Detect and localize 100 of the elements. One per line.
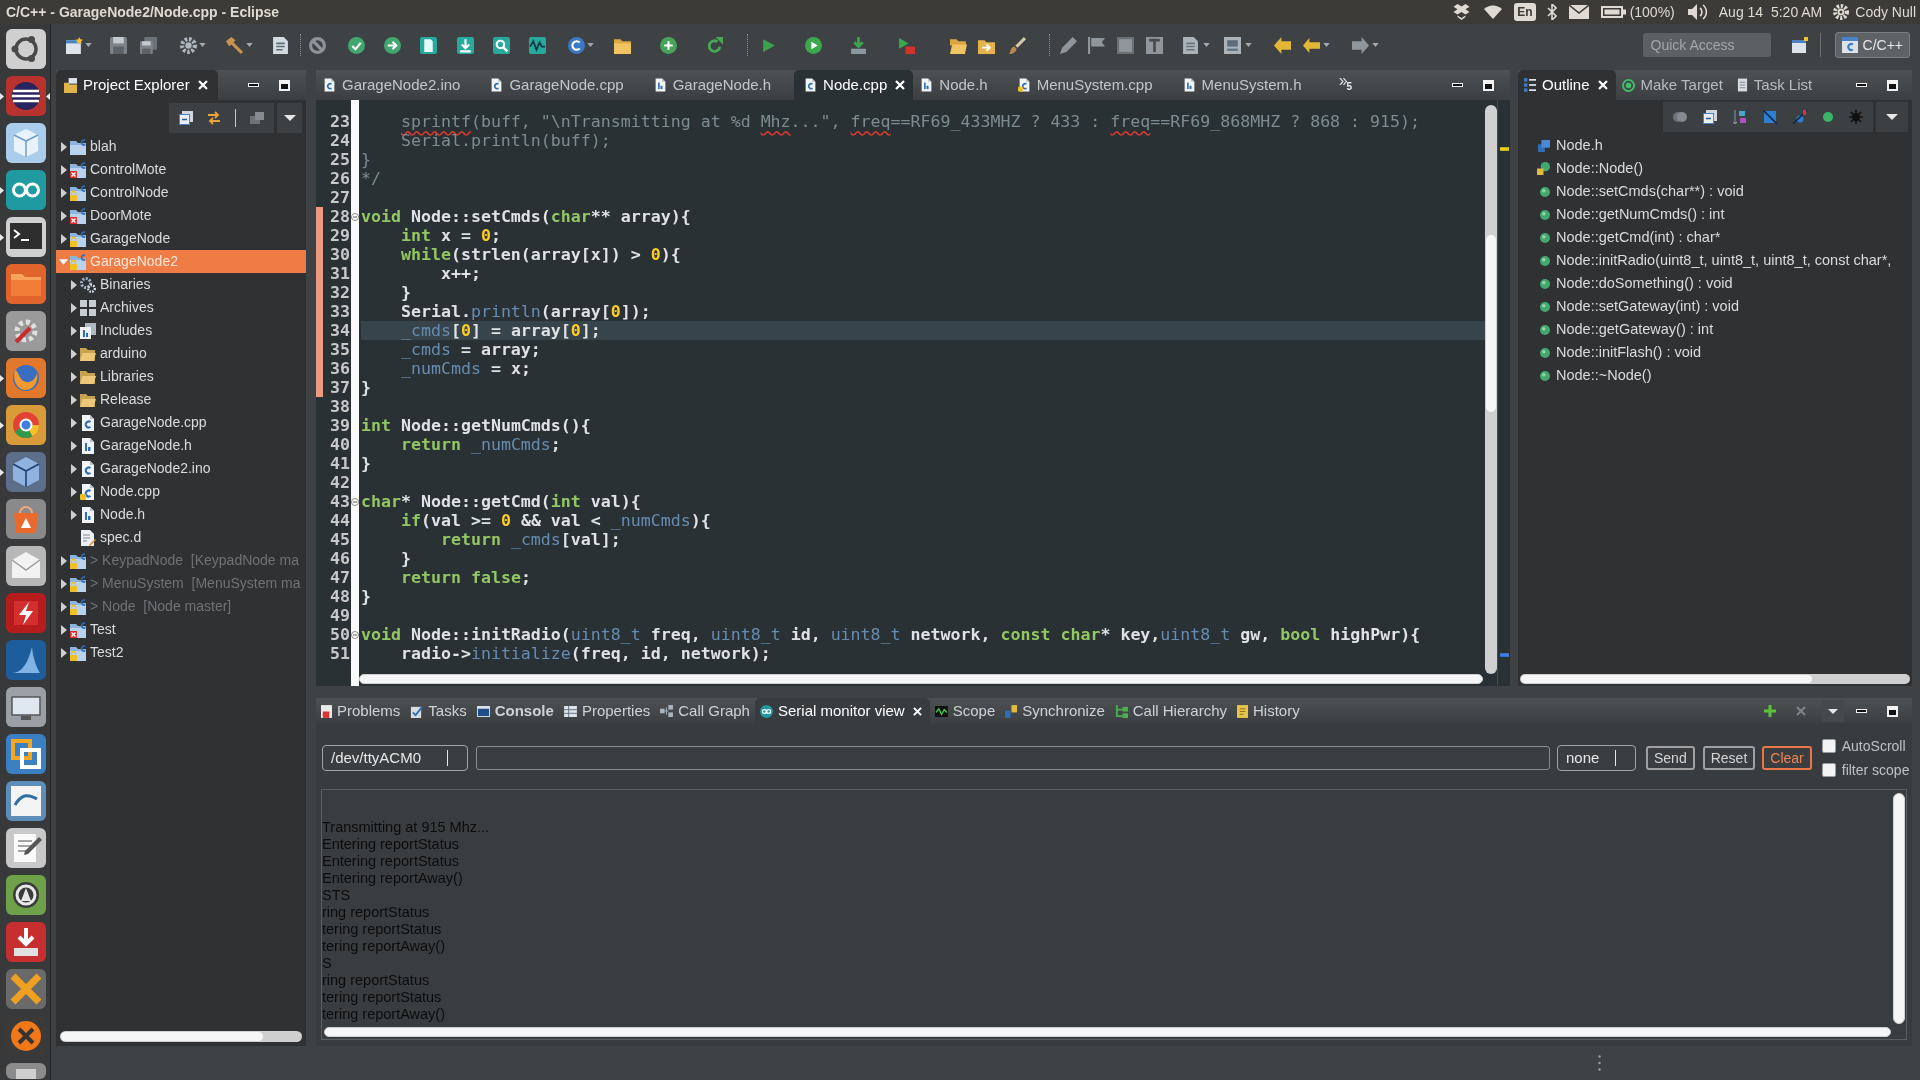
pencil-icon[interactable]	[1060, 36, 1077, 54]
tree-item[interactable]: Archives	[56, 296, 306, 319]
tree-item[interactable]: spec.d	[56, 526, 306, 549]
view-tab[interactable]: Console	[471, 698, 559, 724]
perspective-button[interactable]: C/C++	[1834, 32, 1910, 58]
play-circle-icon[interactable]	[805, 36, 822, 54]
sort-icon[interactable]	[1733, 110, 1747, 124]
document-icon[interactable]	[272, 36, 289, 54]
document-icon[interactable]	[1182, 36, 1199, 54]
tree-item[interactable]: Node.cpp	[56, 480, 306, 503]
lightning-tile-icon[interactable]	[6, 593, 46, 633]
tree-item[interactable]: GarageNode.cpp	[56, 411, 306, 434]
tree-item[interactable]: Test	[56, 618, 306, 641]
collapse-all-icon[interactable]	[179, 110, 193, 125]
collapsed-arrow-icon[interactable]	[60, 164, 67, 175]
collapsed-arrow-icon[interactable]	[70, 463, 77, 474]
terminal-icon[interactable]	[6, 217, 46, 257]
vertical-scrollbar[interactable]	[1893, 793, 1905, 1024]
outline-item[interactable]: Node::Node()	[1518, 157, 1912, 180]
button[interactable]: Reset	[1702, 746, 1756, 770]
collapsed-arrow-icon[interactable]	[70, 417, 77, 428]
view-tab[interactable]: Outline	[1518, 70, 1616, 100]
floppy-disks-icon[interactable]	[140, 36, 157, 54]
annotation-mark-icon[interactable]	[1499, 147, 1509, 151]
collapsed-arrow-icon[interactable]	[60, 141, 67, 152]
dot-icon[interactable]	[1823, 112, 1833, 122]
scrollbar-thumb[interactable]	[61, 1032, 263, 1041]
editor-tab[interactable]: GarageNode.cpp	[483, 70, 647, 100]
collapsed-arrow-icon[interactable]	[60, 210, 67, 221]
diamond-pattern-icon[interactable]	[1453, 4, 1471, 20]
fin-icon[interactable]	[6, 640, 46, 680]
flag-icon[interactable]	[1088, 36, 1105, 54]
quick-access-field[interactable]: Quick Access	[1642, 33, 1771, 57]
speaker-icon[interactable]	[1687, 4, 1708, 20]
crossed-circle-icon[interactable]	[1793, 110, 1807, 124]
view-tab[interactable]: Call Hierarchy	[1109, 698, 1232, 724]
collapse-all-icon[interactable]	[1703, 110, 1717, 124]
view-tab[interactable]: Synchronize	[1000, 698, 1110, 724]
tree-item[interactable]: Binaries	[56, 273, 306, 296]
shopping-bag-icon[interactable]	[6, 499, 46, 539]
collapsed-arrow-icon[interactable]	[70, 348, 77, 359]
editor-tab[interactable]: MenuSystem.h	[1175, 70, 1325, 100]
editor-tab[interactable]: Node.cpp	[794, 70, 914, 100]
cube-icon[interactable]	[6, 123, 46, 163]
horizontal-scrollbar[interactable]	[324, 1027, 1891, 1037]
arc-circle-icon[interactable]	[568, 36, 585, 54]
hidden-tabs-button[interactable]: 5	[1338, 78, 1353, 92]
caret-icon[interactable]	[1886, 114, 1898, 120]
port-dropdown[interactable]: /dev/ttyACM0	[322, 745, 468, 771]
open-folder-icon[interactable]	[950, 36, 967, 54]
view-tab[interactable]: Serial monitor view	[754, 698, 930, 724]
tree-item[interactable]: Includes	[56, 319, 306, 342]
refresh-icon[interactable]	[706, 36, 723, 54]
button[interactable]: Clear	[1762, 746, 1812, 770]
cube-icon[interactable]	[6, 452, 46, 492]
tree-item[interactable]: GarageNode2.ino	[56, 457, 306, 480]
monitor-icon[interactable]	[6, 687, 46, 727]
scrollbar-thumb[interactable]	[1521, 675, 1812, 683]
horizontal-scrollbar[interactable]	[1520, 674, 1910, 684]
wifi-icon[interactable]	[1484, 5, 1503, 19]
checkbox[interactable]	[1821, 763, 1836, 777]
maximize-icon[interactable]	[1887, 705, 1898, 717]
caret-icon[interactable]	[1245, 43, 1252, 47]
message-field[interactable]	[476, 746, 1550, 770]
tree-item[interactable]: Release	[56, 388, 306, 411]
magnifier-tile-icon[interactable]	[493, 36, 510, 54]
brush-icon[interactable]	[1009, 36, 1026, 54]
tree-item[interactable]: DoorMote	[56, 204, 306, 227]
hammer-icon[interactable]	[226, 36, 243, 54]
outline-item[interactable]: Node::getCmd(int) : char*	[1518, 226, 1912, 249]
expanded-arrow-icon[interactable]	[59, 258, 68, 265]
collapsed-arrow-icon[interactable]	[70, 440, 77, 451]
user-name[interactable]: Cody Null	[1855, 1, 1916, 23]
curve-tile-icon[interactable]	[6, 781, 46, 821]
caret-icon[interactable]	[85, 43, 92, 47]
tree-item[interactable]: arduino	[56, 342, 306, 365]
gear-icon[interactable]	[1833, 4, 1850, 20]
collapsed-arrow-icon[interactable]	[60, 233, 67, 244]
arrow-left-icon[interactable]	[1303, 36, 1320, 54]
plus-circle-icon[interactable]	[660, 36, 677, 54]
outline-item[interactable]: Node::setCmds(char**) : void	[1518, 180, 1912, 203]
tree-item[interactable]: Node.h	[56, 503, 306, 526]
outline-item[interactable]: Node::~Node()	[1518, 364, 1912, 387]
view-tab[interactable]: Task List	[1730, 70, 1821, 100]
horizontal-scrollbar[interactable]	[359, 674, 1483, 684]
tree-item[interactable]: Libraries	[56, 365, 306, 388]
line-ending-dropdown[interactable]: none	[1557, 745, 1636, 771]
caret-icon[interactable]	[1372, 43, 1379, 47]
infinity-icon[interactable]	[6, 170, 46, 210]
minimize-icon[interactable]	[1856, 709, 1867, 713]
keyboard-layout-indicator[interactable]: En	[1514, 3, 1536, 21]
checkbox[interactable]	[1821, 739, 1836, 753]
tree-item[interactable]: GarageNode	[56, 227, 306, 250]
editor-tab[interactable]: GarageNode2.ino	[316, 70, 484, 100]
collapse-icon[interactable]	[351, 630, 359, 639]
stacked-squares-icon[interactable]	[250, 111, 264, 124]
ring-dots-icon[interactable]	[6, 29, 46, 69]
crossed-square-icon[interactable]	[1763, 110, 1777, 124]
horizontal-scrollbar[interactable]	[60, 1031, 302, 1042]
arrow-left-icon[interactable]	[1274, 36, 1291, 54]
